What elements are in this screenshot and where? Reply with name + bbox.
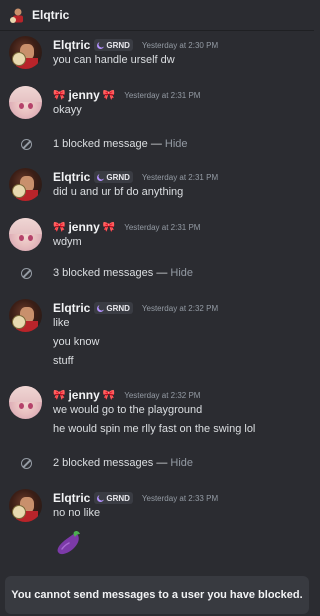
timestamp: Yesterday at 2:31 PM [124,90,201,100]
username[interactable]: jenny [68,388,99,402]
username[interactable]: Elqtric [53,38,90,52]
moon-icon [97,304,105,312]
user-avatar-icon[interactable] [9,6,27,24]
server-tag-badge[interactable]: GRND [94,171,133,183]
message-text: did u and ur bf do anything [53,186,184,198]
eggplant-emoji[interactable] [54,528,84,558]
timestamp: Yesterday at 2:32 PM [124,390,201,400]
message-text: he would spin me rlly fast on the swing … [53,423,256,435]
username[interactable]: Elqtric [53,301,90,315]
hide-link[interactable]: Hide [170,267,193,279]
message-group: Elqtric GRND Yesterday at 2:33 PM no no … [0,484,314,568]
bow-emoji: 🎀 [102,221,116,233]
message-text: wdym [53,236,82,248]
message-text: we would go to the playground [53,404,203,416]
blocked-icon [21,457,32,469]
avatar[interactable] [9,36,42,69]
blocked-icon [21,138,32,150]
avatar[interactable] [9,168,42,201]
hide-link[interactable]: Hide [165,138,188,150]
blocked-count: 3 blocked messages [53,267,154,279]
avatar[interactable] [9,489,42,522]
message-group: 🎀 jenny 🎀 Yesterday at 2:32 PM we would … [0,381,314,443]
blocked-icon [21,267,32,279]
message-group: Elqtric GRND Yesterday at 2:32 PM like y… [0,294,314,374]
server-tag-badge[interactable]: GRND [94,39,133,51]
blocked-count: 1 blocked message [53,138,148,150]
timestamp: Yesterday at 2:30 PM [141,40,219,50]
blocked-messages-notice: 3 blocked messages — Hide [0,262,314,284]
bow-emoji: 🎀 [102,89,116,101]
blocked-messages-notice: 1 blocked message — Hide [0,133,314,155]
bow-emoji: 🎀 [53,89,66,101]
server-tag-badge[interactable]: GRND [94,302,133,314]
timestamp: Yesterday at 2:31 PM [124,222,201,232]
message-text: you can handle urself dw [53,54,175,66]
hide-link[interactable]: Hide [170,457,193,469]
message-group: Elqtric GRND Yesterday at 2:31 PM did u … [0,163,314,207]
server-tag-badge[interactable]: GRND [94,492,133,504]
username[interactable]: jenny [68,88,99,102]
blocked-user-notice: You cannot send messages to a user you h… [5,576,309,614]
dm-title[interactable]: Elqtric [32,8,69,22]
message-text: like [53,317,70,329]
message-text: stuff [53,355,74,367]
moon-icon [97,494,105,502]
bow-emoji: 🎀 [53,221,66,233]
bow-emoji: 🎀 [53,389,66,401]
message-text: you know [53,336,100,348]
avatar[interactable] [9,86,42,119]
avatar[interactable] [9,218,42,251]
message-text: no no like [53,507,101,519]
moon-icon [97,41,105,49]
blocked-count: 2 blocked messages [53,457,154,469]
moon-icon [97,173,105,181]
username[interactable]: jenny [68,220,99,234]
message-group: 🎀 jenny 🎀 Yesterday at 2:31 PM okayy [0,81,314,125]
timestamp: Yesterday at 2:31 PM [141,172,219,182]
bow-emoji: 🎀 [102,389,116,401]
blocked-messages-notice: 2 blocked messages — Hide [0,452,314,474]
message-group: 🎀 jenny 🎀 Yesterday at 2:31 PM wdym [0,213,314,257]
timestamp: Yesterday at 2:33 PM [141,493,219,503]
blocked-notice-text: You cannot send messages to a user you h… [11,589,303,601]
username[interactable]: Elqtric [53,491,90,505]
timestamp: Yesterday at 2:32 PM [141,303,219,313]
message-text: okayy [53,104,82,116]
avatar[interactable] [9,386,42,419]
username[interactable]: Elqtric [53,170,90,184]
avatar[interactable] [9,299,42,332]
dm-header: Elqtric [0,0,314,31]
message-group: Elqtric GRND Yesterday at 2:30 PM you ca… [0,31,314,75]
